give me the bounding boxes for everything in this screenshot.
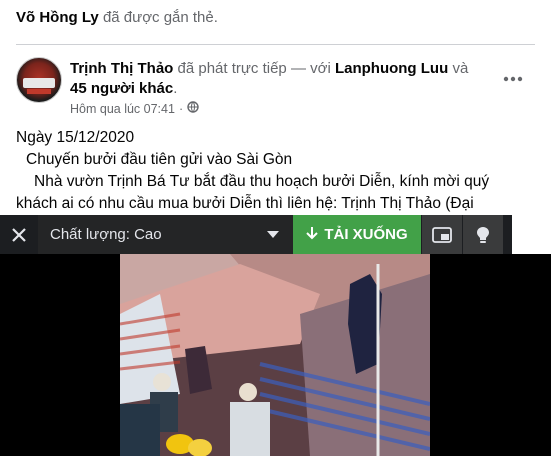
timestamp[interactable]: Hôm qua lúc 07:41 [70,102,175,116]
post-body: Ngày 15/12/2020 Chuyến bưởi đầu tiên gửi… [16,127,536,215]
post-line: Ngày 15/12/2020 [16,129,135,146]
quality-select[interactable]: Chất lượng: Cao [38,215,293,254]
period: . [173,80,178,97]
tagged-user-name[interactable]: Võ Hồng Ly [16,9,99,26]
conjunction: và [452,60,469,77]
more-options-icon[interactable] [503,66,523,87]
tag-notice: Võ Hồng Ly đã được gắn thẻ. [16,9,218,26]
post-action: đã phát trực tiếp — với [177,60,331,77]
video-frame [120,254,430,456]
author-name[interactable]: Trịnh Thị Thảo [70,60,173,77]
globe-icon [187,101,199,116]
post-line: Chuyến bưởi đầu tiên gửi vào Sài Gòn [26,151,293,168]
post-meta: Hôm qua lúc 07:41 · [70,101,199,116]
picture-in-picture-icon[interactable] [422,215,462,254]
lightbulb-icon[interactable] [463,215,503,254]
post-header: Trịnh Thị Thảo đã phát trực tiếp — với L… [70,59,490,99]
video-player[interactable] [0,254,551,456]
video-toolbar: Chất lượng: Cao TẢI XUỐNG [0,215,512,254]
divider [16,44,535,45]
download-label: TẢI XUỐNG [324,226,408,243]
download-button[interactable]: TẢI XUỐNG [293,215,421,254]
tag-notice-text: đã được gắn thẻ. [102,9,218,26]
others-link[interactable]: 45 người khác [70,80,173,97]
download-arrow-icon [306,226,319,244]
avatar[interactable] [16,57,62,103]
meta-separator: · [178,101,184,116]
tagged-friend-name[interactable]: Lanphuong Luu [335,60,448,77]
chevron-down-icon [267,226,279,243]
post-line: Nhà vườn Trịnh Bá Tư bắt đầu thu hoạch b… [34,173,490,190]
close-icon[interactable] [0,215,38,254]
post-line: khách ai có nhu cầu mua bưởi Diễn thì li… [16,195,474,212]
quality-label: Chất lượng: Cao [50,226,162,243]
